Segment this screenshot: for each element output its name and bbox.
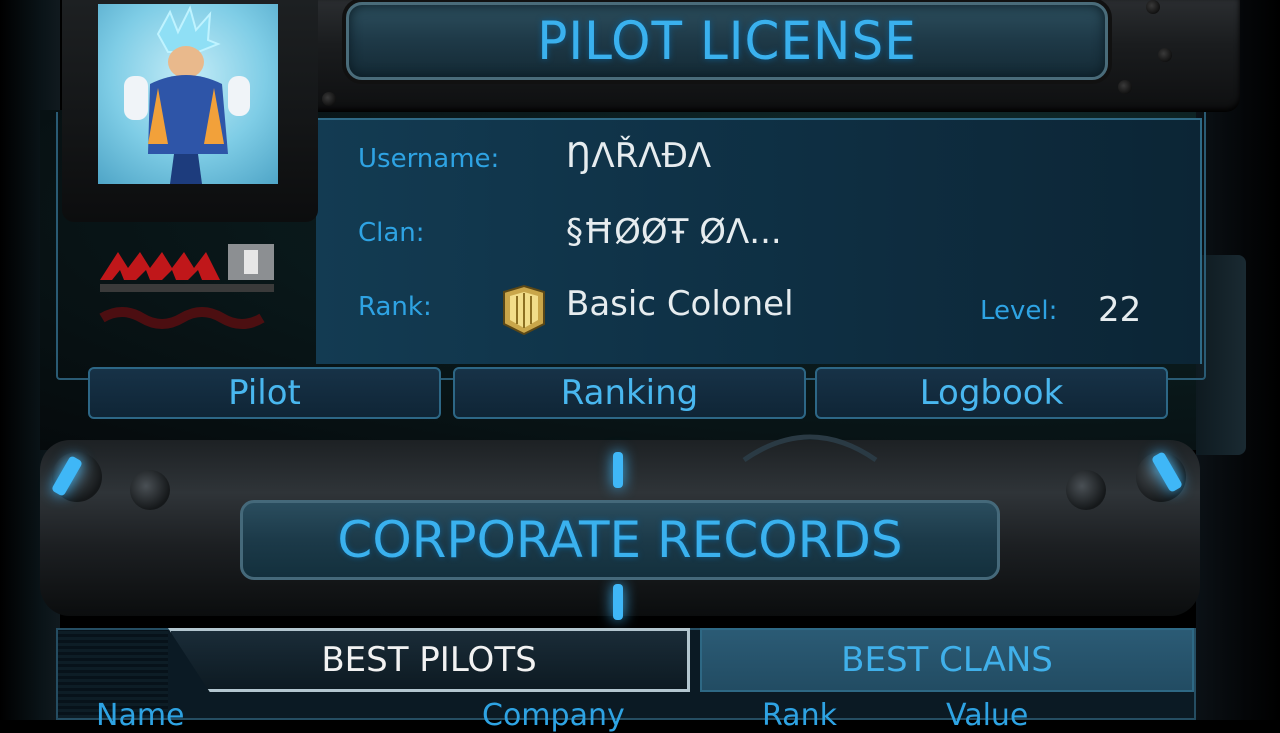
blue-light-icon [613,452,623,488]
tab-pilot-label: Pilot [228,373,301,413]
tab-ranking-label: Ranking [560,373,699,413]
tab-best-clans-label: BEST CLANS [841,640,1053,680]
tab-logbook-label: Logbook [919,373,1064,413]
pilot-license-title-bar: PILOT LICENSE [346,2,1108,80]
rank-value: Basic Colonel [566,284,794,324]
level-value: 22 [1098,290,1142,330]
bolt-icon [1158,48,1172,62]
bolt-icon [1066,470,1106,510]
mmo-logo [98,238,278,338]
rank-label: Rank: [358,292,432,322]
bolt-icon [1118,80,1132,94]
avatar[interactable] [98,4,278,184]
tab-best-pilots-label: BEST PILOTS [321,640,537,680]
column-header-name[interactable]: Name [96,698,185,733]
username-value: ŊΛŘΛÐΛ [566,136,712,176]
tab-pilot[interactable]: Pilot [88,367,441,419]
tab-best-pilots[interactable]: BEST PILOTS [168,628,690,692]
corporate-records-title: CORPORATE RECORDS [337,511,903,569]
cable-decoration [742,434,878,463]
rank-badge-icon [498,284,550,336]
avatar-character-icon [124,5,250,184]
column-header-value[interactable]: Value [946,698,1028,733]
column-header-rank[interactable]: Rank [762,698,837,733]
clan-value[interactable]: §ĦØØŦ ØΛ... [566,212,782,252]
level-label: Level: [980,296,1058,326]
tab-logbook[interactable]: Logbook [815,367,1168,419]
tab-ranking[interactable]: Ranking [453,367,806,419]
bolt-icon [1146,0,1160,14]
bolt-icon [130,470,170,510]
corporate-records-title-bar: CORPORATE RECORDS [240,500,1000,580]
page-title: PILOT LICENSE [537,10,917,72]
tab-best-clans[interactable]: BEST CLANS [700,628,1194,692]
blue-light-icon [613,584,623,620]
username-label: Username: [358,144,500,174]
clan-label: Clan: [358,218,425,248]
bolt-icon [322,92,336,106]
column-header-company[interactable]: Company [482,698,625,733]
